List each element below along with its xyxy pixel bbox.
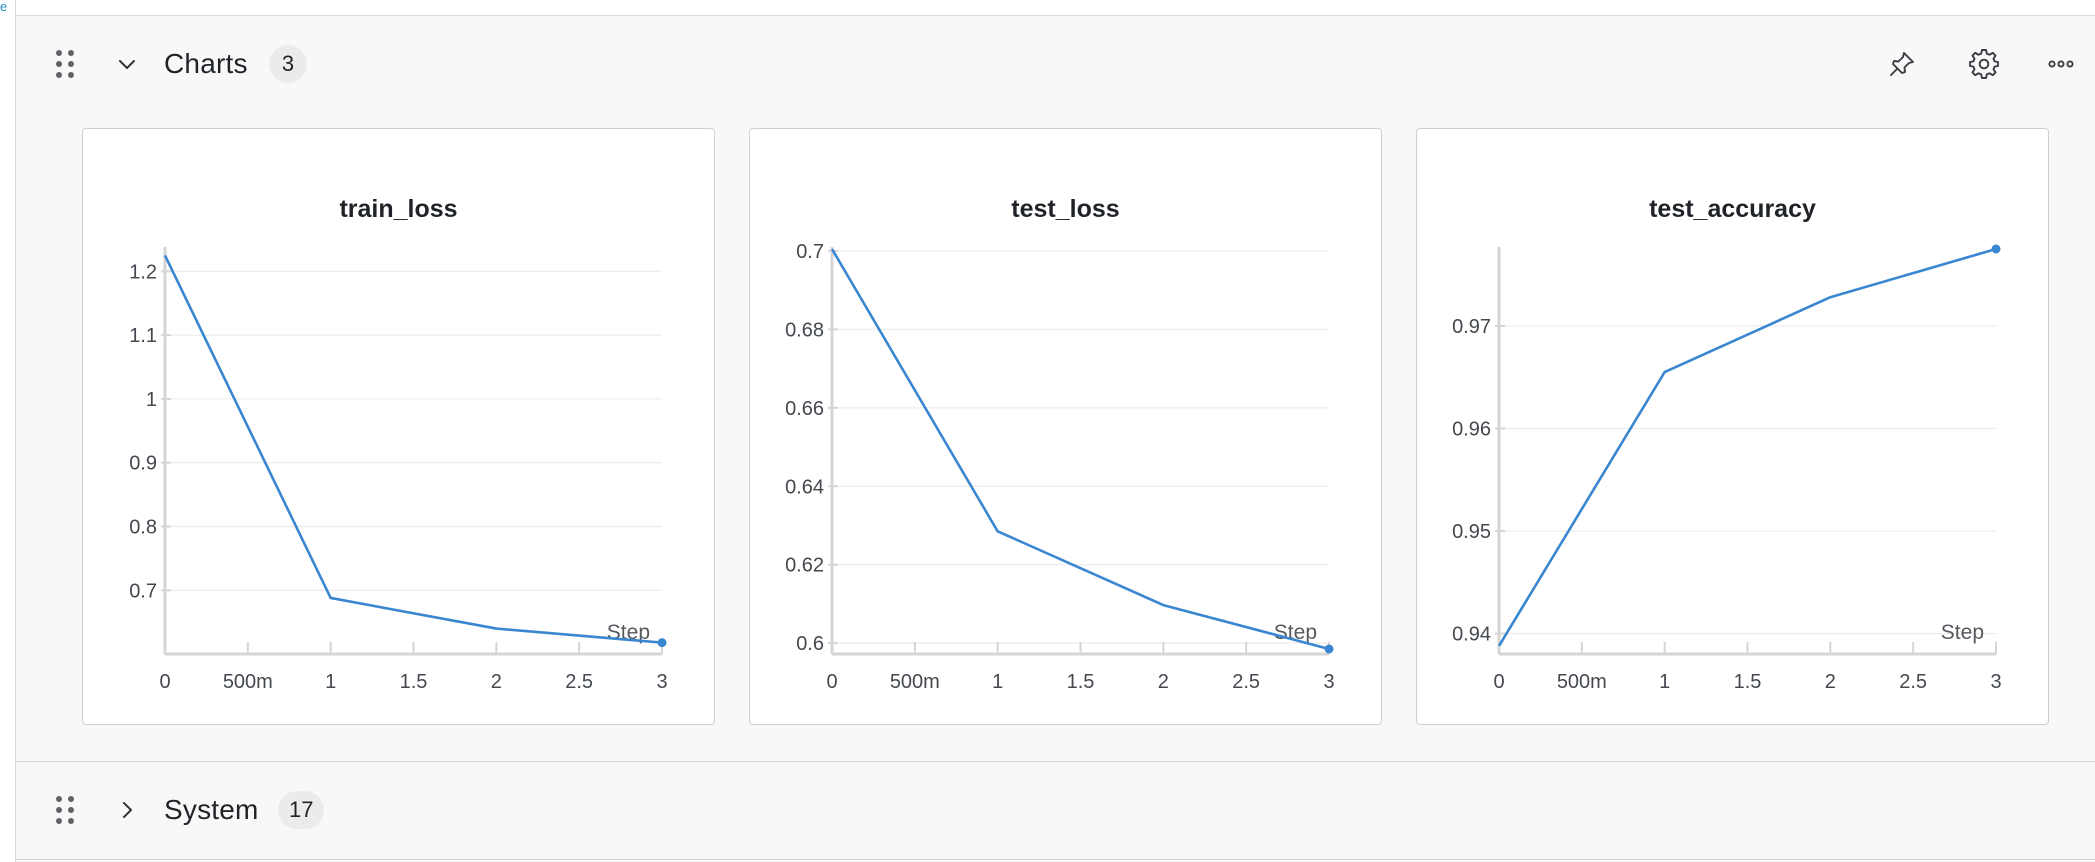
data-point (1324, 644, 1334, 654)
workspace: Charts 3 train_loss 0.7 0.8 0.9 1 1.1 1.… (16, 15, 2095, 862)
chevron-down-icon[interactable] (112, 49, 142, 79)
y-tick-label: 0.95 (1452, 521, 1491, 543)
section-title[interactable]: Charts (164, 48, 248, 80)
x-tick-label: 500m (223, 671, 273, 693)
y-tick-label: 1 (146, 389, 157, 411)
gear-icon[interactable] (1965, 45, 2003, 83)
x-tick-label: 3 (656, 671, 667, 693)
y-tick-label: 0.9 (129, 453, 157, 475)
y-tick-label: 0.62 (785, 555, 824, 577)
system-section-header[interactable]: System 17 (16, 761, 2095, 857)
series-line (1497, 247, 1997, 647)
x-tick-label: 1.5 (1067, 671, 1095, 693)
x-tick-label: 1.5 (400, 671, 428, 693)
series-line (830, 248, 1330, 651)
chart-panel-train-loss[interactable]: train_loss 0.7 0.8 0.9 1 1.1 1.2 0 500m 1 1.5 2 2.5… (82, 128, 715, 725)
y-tick-label: 0.66 (785, 398, 824, 420)
y-tick-label: 0.97 (1452, 316, 1491, 338)
x-tick-label: 0 (826, 671, 837, 693)
x-tick-label: 500m (890, 671, 940, 693)
bottom-divider (16, 859, 2095, 860)
more-horizontal-icon[interactable] (2042, 45, 2080, 83)
x-tick-label: 2 (1158, 671, 1169, 693)
y-tick-label: 0.8 (129, 517, 157, 539)
x-tick-label: 2 (491, 671, 502, 693)
x-tick-label: 2.5 (565, 671, 593, 693)
y-tick-label: 0.96 (1452, 418, 1491, 440)
series-line (163, 254, 663, 644)
y-tick-label: 0.64 (785, 476, 824, 498)
chevron-right-icon[interactable] (112, 795, 142, 825)
y-tick-label: 1.2 (129, 261, 157, 283)
x-tick-label: 3 (1990, 671, 2001, 693)
drag-handle-icon[interactable] (54, 49, 76, 79)
data-point (1991, 244, 2001, 254)
x-axis-label: Step (1941, 621, 1984, 644)
section-title[interactable]: System (164, 794, 259, 826)
corner-mark: e (0, 0, 8, 14)
x-tick-label: 1.5 (1734, 671, 1762, 693)
x-tick-label: 2.5 (1899, 671, 1927, 693)
x-tick-label: 1 (1659, 671, 1670, 693)
y-tick-label: 0.6 (796, 633, 824, 655)
section-count-badge: 3 (269, 45, 307, 83)
x-tick-label: 2 (1825, 671, 1836, 693)
x-tick-label: 1 (992, 671, 1003, 693)
y-tick-label: 0.68 (785, 319, 824, 341)
x-tick-label: 2.5 (1232, 671, 1260, 693)
y-tick-label: 0.7 (796, 241, 824, 263)
charts-section-header[interactable]: Charts 3 (16, 16, 2095, 112)
chart-panel-test-accuracy[interactable]: test_accuracy 0.94 0.95 0.96 0.97 0 500m 1 1.5 2… (1416, 128, 2049, 725)
y-tick-label: 1.1 (129, 325, 157, 347)
line-chart: 0.94 0.95 0.96 0.97 0 500m 1 1.5 2 2.5 3 Step (1452, 244, 2002, 693)
line-chart: 0.60.620.640.660.680.70 500m 1 1.5 2 2.5 3Step (785, 241, 1335, 693)
chart-panels: train_loss 0.7 0.8 0.9 1 1.1 1.2 0 500m 1 1.5 2 2.5… (16, 112, 2095, 729)
y-tick-label: 0.94 (1452, 624, 1491, 646)
pin-icon[interactable] (1883, 45, 1921, 83)
section-count-badge: 17 (278, 790, 325, 829)
data-point (657, 638, 667, 648)
x-tick-label: 0 (159, 671, 170, 693)
x-tick-label: 1 (325, 671, 336, 693)
y-tick-label: 0.7 (129, 580, 157, 602)
x-tick-label: 500m (1557, 671, 1607, 693)
x-tick-label: 3 (1323, 671, 1334, 693)
x-tick-label: 0 (1493, 671, 1504, 693)
line-chart: 0.70.80.911.11.20 500m 1 1.5 2 2.5 3Step (129, 247, 668, 693)
drag-handle-icon[interactable] (54, 795, 76, 825)
chart-panel-test-loss[interactable]: test_loss 0.6 0.62 0.64 0.66 0.68 0.7 0 500m 1 1.… (749, 128, 1382, 725)
